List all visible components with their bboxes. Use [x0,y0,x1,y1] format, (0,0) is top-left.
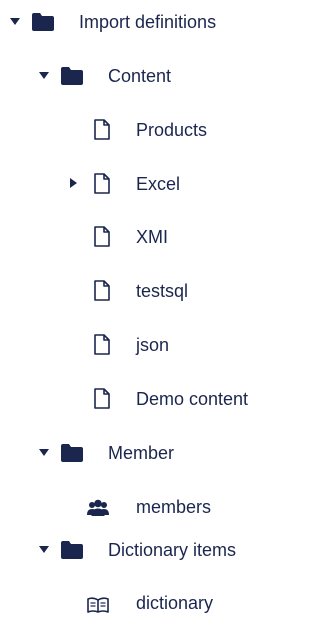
caret-down-icon[interactable] [38,544,50,556]
tree-node-label: Excel [136,174,181,194]
folder-icon [61,65,83,87]
tree-node-import-definitions[interactable]: Import definitions [0,2,275,42]
tree-node-dictionary-items[interactable]: Dictionary items [0,530,275,570]
tree-node-label: testsql [136,281,189,301]
tree-node-content[interactable]: Content [0,56,275,96]
tree-node-label: Import definitions [79,12,217,32]
caret-down-icon[interactable] [9,16,21,28]
document-icon [91,279,113,301]
tree-node-json[interactable]: json [0,325,275,365]
users-icon [87,496,109,518]
document-icon [91,333,113,355]
tree-node-xmi[interactable]: XMI [0,217,275,257]
tree-node-label: json [136,335,170,355]
document-icon [91,387,113,409]
tree-node-label: Dictionary items [108,540,237,560]
folder-icon [61,442,83,464]
caret-down-icon[interactable] [38,447,50,459]
tree-node-label: Demo content [136,389,249,409]
tree-node-member[interactable]: Member [0,433,275,473]
tree-node-products[interactable]: Products [0,110,275,150]
book-icon [87,594,109,616]
tree-node-label: Member [108,443,175,463]
tree-node-testsql[interactable]: testsql [0,271,275,311]
folder-icon [32,11,54,33]
tree-node-label: XMI [136,227,169,247]
tree-node-label: dictionary [136,593,214,613]
tree-view: Import definitions Content Products Exce… [0,0,275,619]
caret-down-icon[interactable] [38,70,50,82]
document-icon [91,172,113,194]
tree-node-label: Products [136,120,208,140]
tree-node-label: members [136,497,212,517]
folder-icon [61,539,83,561]
tree-node-label: Content [108,66,172,86]
document-icon [91,225,113,247]
caret-right-icon[interactable] [68,177,80,189]
document-icon [91,118,113,140]
tree-node-members[interactable]: members [0,487,275,527]
tree-node-dictionary[interactable]: dictionary [0,584,275,624]
tree-node-excel[interactable]: Excel [0,164,275,204]
tree-node-demo-content[interactable]: Demo content [0,379,275,419]
